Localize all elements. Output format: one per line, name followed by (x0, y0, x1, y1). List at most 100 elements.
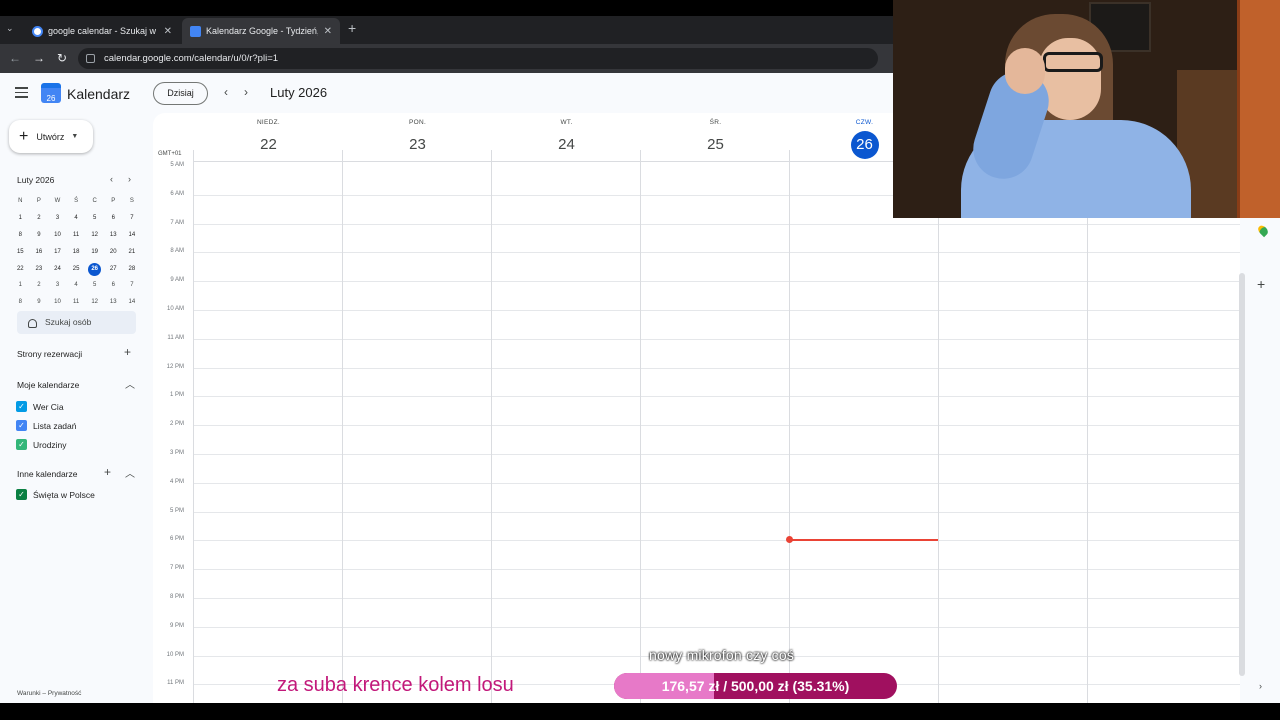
mini-calendar-grid: N P W Ś C P S 1 2 3 4 5 6 7 8 9 10 11 12 13 14 15 16 17 18 19 20 21… (11, 193, 141, 311)
calendar-item[interactable]: ✓ Wer Cia (16, 401, 64, 412)
browser-tab-calendar[interactable]: Kalendarz Google - Tydzień, w ✕ (182, 18, 340, 44)
mini-calendar-day[interactable]: 10 (48, 294, 67, 311)
mini-calendar-day[interactable]: 15 (11, 244, 30, 261)
checkbox-checked-icon[interactable]: ✓ (16, 489, 27, 500)
mini-calendar-day[interactable]: 13 (104, 294, 123, 311)
mini-calendar-day[interactable]: 5 (85, 277, 104, 294)
site-info-icon[interactable] (86, 54, 95, 63)
close-tab-icon[interactable]: ✕ (164, 26, 172, 37)
mini-calendar-day[interactable]: 14 (123, 294, 142, 311)
day-number[interactable]: 24 (553, 131, 581, 159)
day-number[interactable]: 25 (702, 131, 730, 159)
mini-calendar-day-number: 4 (74, 282, 78, 289)
calendar-item[interactable]: ✓ Urodziny (16, 439, 67, 450)
day-header[interactable]: PON. 23 (343, 113, 492, 159)
mini-calendar-day[interactable]: 22 (11, 261, 30, 278)
back-arrow-icon[interactable]: ← (9, 51, 21, 65)
close-tab-icon[interactable]: ✕ (324, 26, 332, 37)
plus-icon: + (19, 127, 29, 145)
mini-calendar-day[interactable]: 3 (48, 277, 67, 294)
mini-calendar-prev-icon[interactable]: ‹ (110, 174, 113, 184)
mini-calendar-day[interactable]: 4 (67, 277, 86, 294)
mini-calendar-day[interactable]: 18 (67, 244, 86, 261)
mini-calendar-day-number: 3 (55, 282, 60, 289)
previous-week-icon[interactable]: ‹ (224, 85, 228, 99)
collapse-chevron-icon[interactable]: ︿ (125, 376, 135, 391)
mini-calendar-day[interactable]: 6 (104, 277, 123, 294)
mini-calendar-day[interactable]: 12 (85, 227, 104, 244)
reload-icon[interactable]: ↻ (57, 51, 67, 65)
mini-calendar-day[interactable]: 6 (104, 210, 123, 227)
checkbox-checked-icon[interactable]: ✓ (16, 439, 27, 450)
collapse-chevron-icon[interactable]: ︿ (125, 465, 135, 480)
get-addons-plus-icon[interactable]: + (1257, 276, 1265, 292)
create-button[interactable]: + Utwórz ▼ (9, 120, 93, 153)
mini-calendar-day[interactable]: 7 (123, 210, 142, 227)
forward-arrow-icon[interactable]: → (33, 51, 45, 65)
mini-calendar-day[interactable]: 17 (48, 244, 67, 261)
add-other-calendar-icon[interactable]: + (104, 465, 111, 479)
today-button[interactable]: Dzisiaj (153, 82, 208, 105)
browser-tab-search[interactable]: google calendar - Szukaj w Goo ✕ (24, 18, 180, 44)
booking-pages-heading[interactable]: Strony rezerwacji (17, 349, 82, 359)
streamer-face (1039, 38, 1101, 120)
mini-calendar-day[interactable]: 9 (30, 294, 49, 311)
mini-calendar-day[interactable]: 20 (104, 244, 123, 261)
expand-side-panel-icon[interactable]: › (1259, 681, 1262, 691)
day-number[interactable]: 22 (255, 131, 283, 159)
grid-scrollbar[interactable] (1239, 273, 1245, 676)
tab-search-chevron-icon[interactable]: ⌄ (6, 23, 14, 34)
terms-privacy-link[interactable]: Warunki – Prywatność (17, 690, 81, 697)
mini-calendar-day[interactable]: 8 (11, 227, 30, 244)
mini-calendar-day[interactable]: 27 (104, 261, 123, 278)
mini-calendar-day-number: 7 (130, 282, 134, 289)
mini-calendar-day[interactable]: 13 (104, 227, 123, 244)
day-header[interactable]: WT. 24 (492, 113, 641, 159)
mini-calendar-day[interactable]: 12 (85, 294, 104, 311)
mini-calendar-day[interactable]: 4 (67, 210, 86, 227)
mini-calendar-day[interactable]: 2 (30, 277, 49, 294)
checkbox-checked-icon[interactable]: ✓ (16, 401, 27, 412)
mini-calendar-day[interactable]: 24 (48, 261, 67, 278)
mini-calendar-day[interactable]: 19 (85, 244, 104, 261)
mini-calendar-day[interactable]: 1 (11, 277, 30, 294)
mini-calendar-day[interactable]: 1 (11, 210, 30, 227)
url-field[interactable]: calendar.google.com/calendar/u/0/r?pli=1 (78, 48, 878, 69)
day-number-today[interactable]: 26 (850, 131, 879, 159)
checkbox-checked-icon[interactable]: ✓ (16, 420, 27, 431)
new-tab-button[interactable]: + (348, 20, 356, 36)
mini-calendar-day[interactable]: 5 (85, 210, 104, 227)
mini-calendar-day[interactable]: 9 (30, 227, 49, 244)
main-menu-icon[interactable] (15, 87, 28, 101)
add-booking-page-icon[interactable]: + (124, 345, 131, 359)
next-week-icon[interactable]: › (244, 85, 248, 99)
mini-calendar-day[interactable]: 7 (123, 277, 142, 294)
maps-icon[interactable] (1256, 223, 1270, 238)
other-calendars-heading[interactable]: Inne kalendarze (17, 469, 78, 479)
mini-calendar-day[interactable]: 10 (48, 227, 67, 244)
mini-calendar-day-number: 11 (72, 231, 80, 238)
mini-calendar-day[interactable]: 23 (30, 261, 49, 278)
hour-gridline (193, 511, 1240, 513)
day-header[interactable]: ŚR. 25 (641, 113, 790, 159)
my-calendars-heading[interactable]: Moje kalendarze (17, 380, 79, 390)
day-header[interactable]: NIEDZ. 22 (194, 113, 343, 159)
mini-calendar-day[interactable]: 2 (30, 210, 49, 227)
mini-calendar-day[interactable]: 21 (123, 244, 142, 261)
mini-calendar-day[interactable]: 3 (48, 210, 67, 227)
mini-calendar-day[interactable]: 26 (85, 261, 104, 278)
app-name[interactable]: Kalendarz (67, 86, 130, 102)
hour-label: 11 AM (167, 334, 184, 341)
calendar-item[interactable]: ✓ Święta w Polsce (16, 489, 95, 500)
mini-calendar-day[interactable]: 25 (67, 261, 86, 278)
hour-label: 8 AM (170, 248, 184, 255)
mini-calendar-next-icon[interactable]: › (128, 174, 131, 184)
mini-calendar-day[interactable]: 28 (123, 261, 142, 278)
day-number[interactable]: 23 (404, 131, 432, 159)
mini-calendar-day[interactable]: 14 (123, 227, 142, 244)
mini-calendar-day[interactable]: 16 (30, 244, 49, 261)
mini-calendar-day[interactable]: 11 (67, 227, 86, 244)
mini-calendar-day[interactable]: 11 (67, 294, 86, 311)
mini-calendar-day[interactable]: 8 (11, 294, 30, 311)
calendar-item[interactable]: ✓ Lista zadań (16, 420, 76, 431)
